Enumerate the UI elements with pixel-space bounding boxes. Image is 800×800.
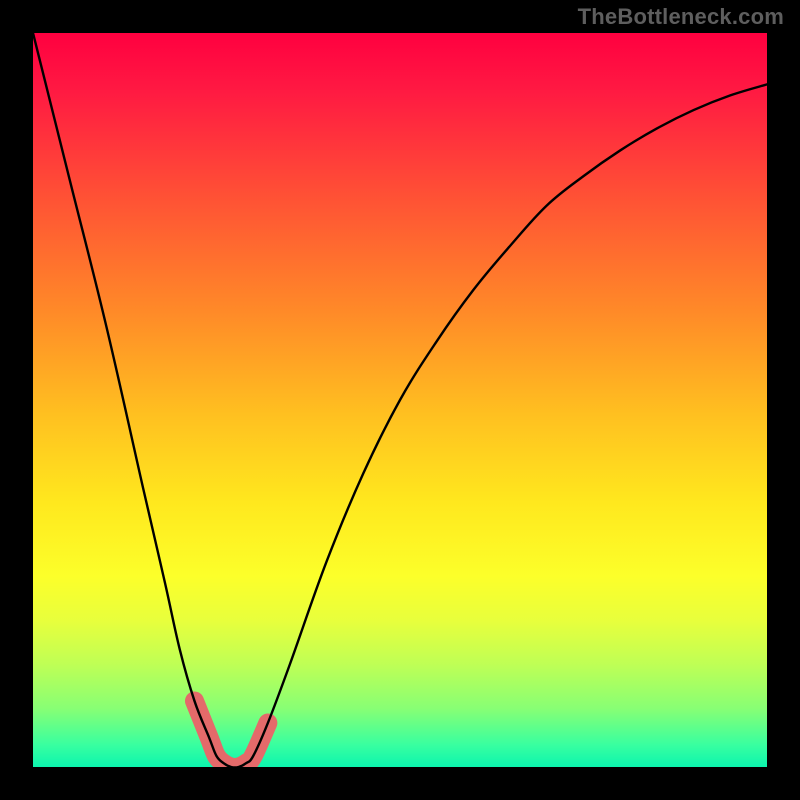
plot-area [33,33,767,767]
outer-frame: TheBottleneck.com [0,0,800,800]
curve-svg [33,33,767,767]
valley-highlight [194,701,267,767]
watermark-text: TheBottleneck.com [578,4,784,30]
bottleneck-curve [33,33,767,767]
